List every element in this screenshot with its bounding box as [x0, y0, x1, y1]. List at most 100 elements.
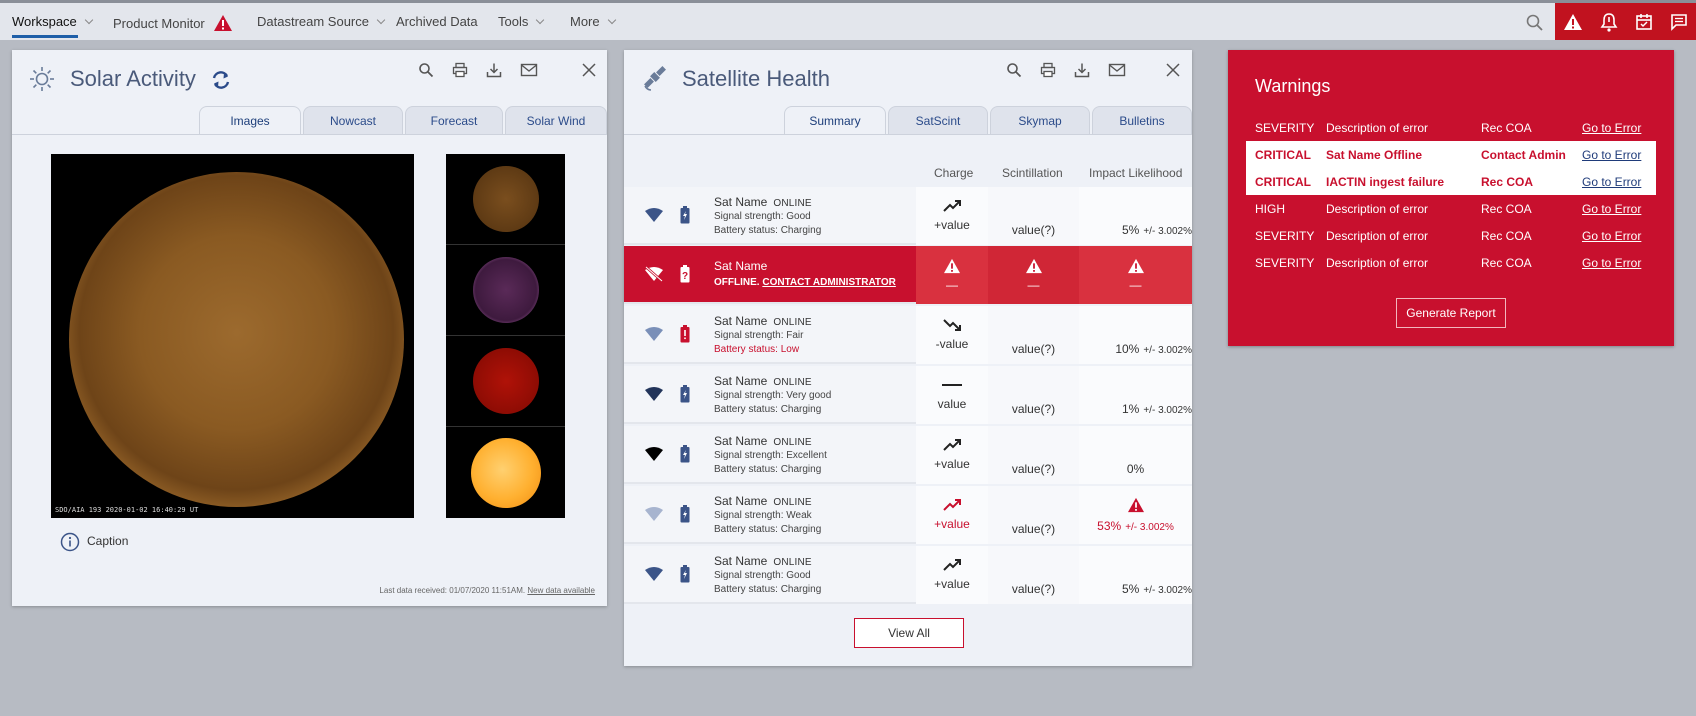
search-icon[interactable] [1526, 14, 1544, 32]
download-icon[interactable] [486, 62, 502, 78]
sat-row[interactable]: Sat Name ONLINE Signal strength: Good Bat… [624, 546, 1192, 604]
image-caption: Caption [87, 534, 129, 548]
nav-tools[interactable]: Tools [498, 14, 545, 29]
scint-cell: value(?) [988, 486, 1079, 544]
go-to-error-link[interactable]: Go to Error [1582, 229, 1641, 243]
tab-solar-wind[interactable]: Solar Wind [505, 106, 607, 134]
trend-up-icon [943, 559, 961, 571]
sun-thumbnail[interactable] [446, 427, 565, 518]
thumb-image [472, 348, 539, 414]
warning-row[interactable]: SEVERITY Description of error Rec COA Go… [1246, 114, 1656, 141]
mail-icon[interactable] [520, 62, 538, 78]
charge-value: +value [934, 457, 970, 471]
warning-action: Rec COA [1481, 202, 1532, 216]
last-data-received: Last data received: 01/07/2020 11:51AM. … [379, 586, 595, 595]
sat-row-offline[interactable]: ? Sat Name OFFLINE. CONTACT ADMINISTRATO… [624, 246, 1192, 304]
scint-cell: value(?) [988, 366, 1079, 424]
warning-severity: CRITICAL [1255, 148, 1311, 162]
tab-bulletins[interactable]: Bulletins [1092, 106, 1192, 134]
sat-row[interactable]: Sat Name ONLINE Signal strength: Weak Bat… [624, 486, 1192, 544]
warnings-panel: Warnings SEVERITY Description of error R… [1228, 50, 1674, 346]
bell-alert-icon[interactable] [1600, 12, 1618, 32]
scint-cell: value(?) [988, 426, 1079, 484]
go-to-error-link[interactable]: Go to Error [1582, 121, 1641, 135]
signal-strength: Signal strength: Good [714, 570, 811, 581]
refresh-icon[interactable] [210, 69, 232, 91]
impact-value: 5% [1122, 223, 1140, 237]
nav-product-monitor[interactable]: Product Monitor [113, 14, 233, 32]
sun-main-image[interactable]: SDO/AIA 193 2020-01-02 16:40:29 UT [51, 154, 414, 518]
go-to-error-link[interactable]: Go to Error [1582, 256, 1641, 270]
print-icon[interactable] [452, 62, 468, 78]
scint-value: value(?) [1011, 342, 1056, 356]
calendar-check-icon[interactable] [1635, 13, 1653, 31]
warning-row[interactable]: SEVERITY Description of error Rec COA Go… [1246, 222, 1656, 249]
go-to-error-link[interactable]: Go to Error [1582, 148, 1641, 162]
warning-row[interactable]: SEVERITY Description of error Rec COA Go… [1246, 249, 1656, 276]
satellite-tabs: Summary SatScint Skymap Bulletins [782, 106, 1192, 134]
sat-row[interactable]: Sat Name ONLINE Signal strength: Excellen… [624, 426, 1192, 484]
tab-divider [12, 134, 607, 135]
close-icon[interactable] [1166, 63, 1180, 77]
nav-archived-data[interactable]: Archived Data [396, 14, 478, 29]
sun-thumbnail[interactable] [446, 154, 565, 245]
tab-skymap[interactable]: Skymap [990, 106, 1090, 134]
nav-datastream-source[interactable]: Datastream Source [257, 14, 386, 29]
sat-name: Sat Name ONLINE [714, 374, 812, 388]
tab-images[interactable]: Images [199, 106, 301, 134]
scint-value: — [1027, 278, 1040, 292]
warning-row-critical[interactable]: CRITICAL Sat Name Offline Contact Admin … [1246, 141, 1656, 168]
thumb-image [472, 257, 539, 323]
nav-more[interactable]: More [570, 14, 616, 29]
close-icon[interactable] [582, 63, 596, 77]
tab-nowcast[interactable]: Nowcast [303, 106, 403, 134]
warning-icon [1025, 258, 1042, 274]
download-icon[interactable] [1074, 62, 1090, 78]
charge-value: +value [934, 218, 970, 232]
trend-up-icon [943, 200, 961, 212]
impact-cell: 53% +/- 3.002% [1079, 486, 1192, 544]
sat-status: ONLINE [773, 437, 812, 448]
charge-cell: +value [916, 546, 988, 604]
panel-title: Solar Activity [70, 66, 196, 91]
go-to-error-link[interactable]: Go to Error [1582, 202, 1641, 216]
tab-forecast[interactable]: Forecast [405, 106, 503, 134]
generate-report-button[interactable]: Generate Report [1396, 298, 1506, 328]
charge-value: — [946, 278, 958, 292]
trend-up-icon [943, 499, 961, 511]
contact-admin-link[interactable]: CONTACT ADMINISTRATOR [762, 277, 896, 288]
charge-cell: value [916, 366, 988, 424]
warning-icon[interactable] [1563, 13, 1583, 31]
print-icon[interactable] [1040, 62, 1056, 78]
warning-icon [1127, 258, 1144, 274]
search-icon[interactable] [418, 62, 434, 78]
tab-summary[interactable]: Summary [784, 106, 886, 134]
tab-satscint[interactable]: SatScint [888, 106, 988, 134]
sat-row[interactable]: Sat Name ONLINE Signal strength: Fair Bat… [624, 306, 1192, 364]
search-icon[interactable] [1006, 62, 1022, 78]
tab-divider [624, 134, 1192, 135]
scint-cell: value(?) [988, 546, 1079, 604]
message-icon[interactable] [1670, 13, 1688, 31]
sun-thumbnail[interactable] [446, 245, 565, 336]
sat-row[interactable]: Sat Name ONLINE Signal strength: Very goo… [624, 366, 1192, 424]
nav-workspace-label: Workspace [12, 14, 77, 29]
go-to-error-link[interactable]: Go to Error [1582, 175, 1641, 189]
nav-workspace[interactable]: Workspace [12, 14, 94, 38]
warning-severity: SEVERITY [1255, 229, 1315, 243]
signal-strength: Signal strength: Very good [714, 390, 832, 401]
sat-name: Sat Name ONLINE [714, 554, 812, 568]
warning-row[interactable]: HIGH Description of error Rec COA Go to … [1246, 195, 1656, 222]
charge-cell: +value [916, 187, 988, 245]
view-all-button[interactable]: View All [854, 618, 964, 648]
new-data-link[interactable]: New data available [527, 586, 595, 595]
sat-row[interactable]: Sat Name ONLINE Signal strength: Good Bat… [624, 187, 1192, 245]
chevron-down-icon [84, 15, 94, 25]
info-icon[interactable] [60, 532, 80, 552]
warning-action: Rec COA [1481, 175, 1534, 189]
warning-row-critical[interactable]: CRITICAL IACTIN ingest failure Rec COA G… [1246, 168, 1656, 195]
scint-value: value(?) [1011, 522, 1056, 536]
mail-icon[interactable] [1108, 62, 1126, 78]
sun-thumbnail[interactable] [446, 336, 565, 427]
scint-value: value(?) [1011, 462, 1056, 476]
